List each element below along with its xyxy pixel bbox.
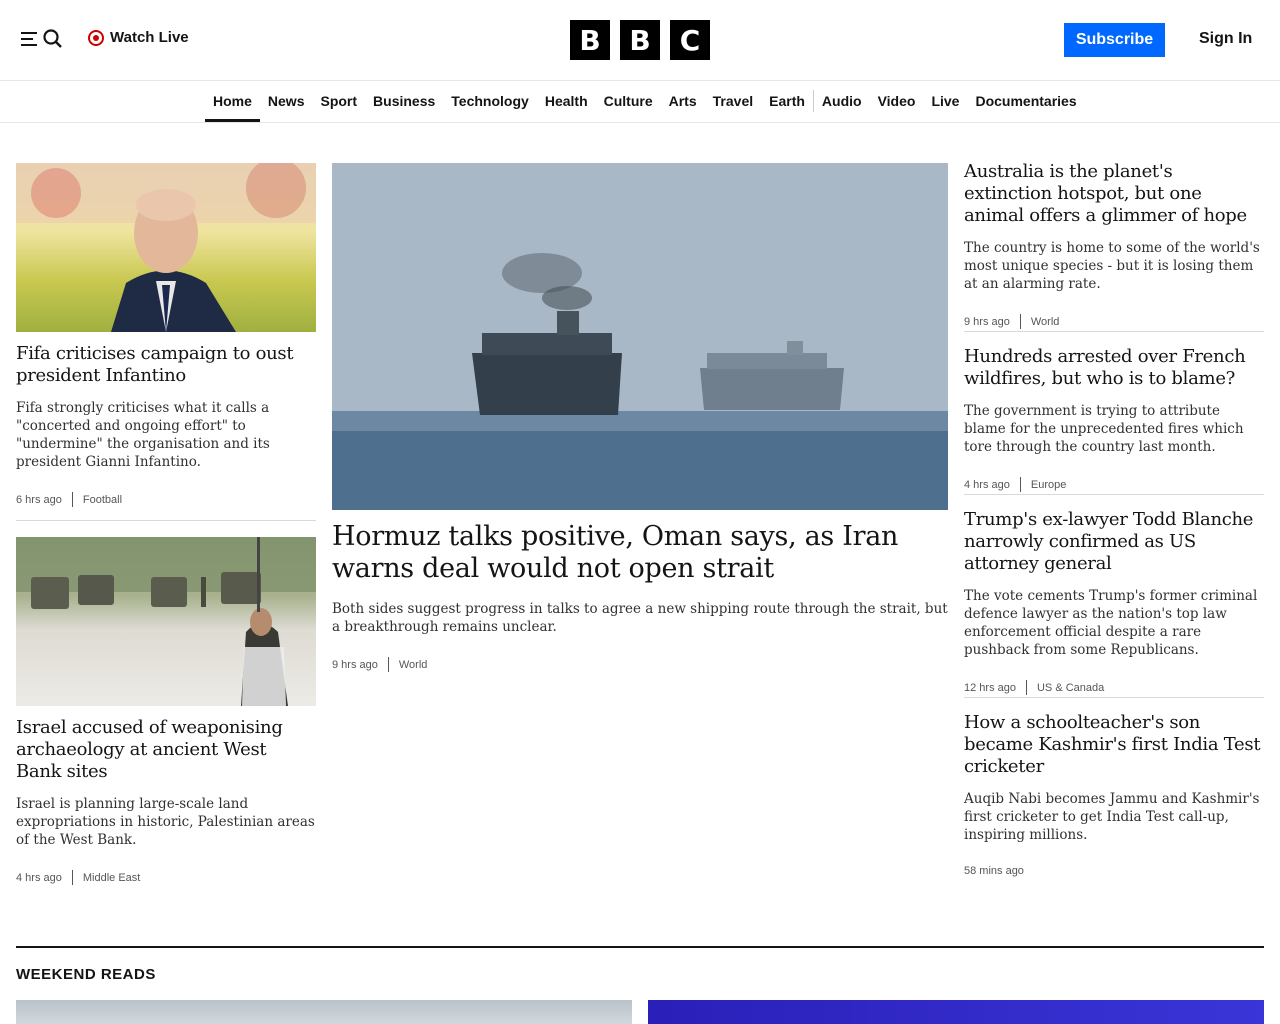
nav-item-culture[interactable]: Culture xyxy=(596,81,661,122)
search-icon xyxy=(43,29,62,48)
france-timestamp: 4 hrs ago xyxy=(964,478,1010,491)
france-summary: The government is trying to attribute bl… xyxy=(964,403,1244,455)
site-header: Watch Live B B C Subscribe Sign In xyxy=(0,0,1280,81)
logo-letter-b1: B xyxy=(570,20,610,60)
right-column-divider xyxy=(964,494,1264,495)
hormuz-meta: 9 hrs ago World xyxy=(332,657,948,672)
blanche-story-card[interactable]: Trump's ex-lawyer Todd Blanche narrowly … xyxy=(964,509,1264,695)
blanche-headline[interactable]: Trump's ex-lawyer Todd Blanche narrowly … xyxy=(964,509,1264,575)
fifa-timestamp: 6 hrs ago xyxy=(16,493,62,506)
hormuz-photo-illustration xyxy=(332,163,948,510)
israel-story-image[interactable] xyxy=(16,537,316,706)
blanche-summary: The vote cements Trump's former criminal… xyxy=(964,588,1258,658)
weekend-reads-title: WEEKEND READS xyxy=(16,966,156,983)
france-meta: 4 hrs ago Europe xyxy=(964,477,1264,492)
hormuz-headline[interactable]: Hormuz talks positive, Oman says, as Ira… xyxy=(332,521,948,585)
france-headline[interactable]: Hundreds arrested over French wildfires,… xyxy=(964,346,1264,390)
right-column-divider xyxy=(964,697,1264,698)
nav-item-live[interactable]: Live xyxy=(923,81,967,122)
right-column-divider xyxy=(964,331,1264,332)
menu-search-button[interactable] xyxy=(20,28,64,50)
israel-photo-illustration xyxy=(16,537,316,706)
main-nav: Home News Sport Business Technology Heal… xyxy=(0,81,1280,123)
meta-divider xyxy=(1025,680,1027,695)
blanche-section[interactable]: US & Canada xyxy=(1037,682,1104,694)
nav-item-arts[interactable]: Arts xyxy=(661,81,705,122)
section-rule xyxy=(16,946,1264,948)
meta-divider xyxy=(71,870,73,885)
nav-item-travel[interactable]: Travel xyxy=(705,81,761,122)
fifa-summary: Fifa strongly criticises what it calls a… xyxy=(16,400,270,470)
kashmir-timestamp: 58 mins ago xyxy=(964,865,1024,877)
france-story-card[interactable]: Hundreds arrested over French wildfires,… xyxy=(964,346,1264,492)
logo-letter-b2: B xyxy=(620,20,660,60)
watch-live-label: Watch Live xyxy=(110,29,189,46)
nav-item-video[interactable]: Video xyxy=(870,81,924,122)
meta-divider xyxy=(71,492,73,507)
nav-item-health[interactable]: Health xyxy=(537,81,596,122)
main-content: Fifa criticises campaign to oust preside… xyxy=(0,123,1280,1024)
hormuz-section[interactable]: World xyxy=(399,659,428,671)
israel-meta: 4 hrs ago Middle East xyxy=(16,870,316,885)
australia-section[interactable]: World xyxy=(1031,316,1060,328)
israel-summary: Israel is planning large-scale land expr… xyxy=(16,796,315,848)
israel-headline[interactable]: Israel accused of weaponising archaeolog… xyxy=(16,717,316,783)
fifa-section[interactable]: Football xyxy=(83,494,122,506)
nav-item-documentaries[interactable]: Documentaries xyxy=(967,81,1084,122)
weekend-story-image-1[interactable] xyxy=(16,1000,632,1024)
france-section[interactable]: Europe xyxy=(1031,479,1066,491)
nav-item-sport[interactable]: Sport xyxy=(312,81,365,122)
fifa-story-card[interactable]: Fifa criticises campaign to oust preside… xyxy=(16,343,316,507)
nav-item-news[interactable]: News xyxy=(260,81,313,122)
australia-meta: 9 hrs ago World xyxy=(964,314,1264,329)
nav-list: Home News Sport Business Technology Heal… xyxy=(205,81,1085,122)
fifa-photo-illustration xyxy=(16,163,316,332)
subscribe-button[interactable]: Subscribe xyxy=(1064,23,1165,57)
nav-item-audio[interactable]: Audio xyxy=(814,81,870,122)
hormuz-summary: Both sides suggest progress in talks to … xyxy=(332,601,948,635)
fifa-meta: 6 hrs ago Football xyxy=(16,492,316,507)
australia-headline[interactable]: Australia is the planet's extinction hot… xyxy=(964,161,1264,227)
logo-letter-c: C xyxy=(670,20,710,60)
hormuz-timestamp: 9 hrs ago xyxy=(332,658,378,671)
bbc-logo[interactable]: B B C xyxy=(570,20,710,60)
fifa-story-image[interactable] xyxy=(16,163,316,332)
israel-story-card[interactable]: Israel accused of weaponising archaeolog… xyxy=(16,717,316,885)
meta-divider xyxy=(387,657,389,672)
nav-item-business[interactable]: Business xyxy=(365,81,443,122)
kashmir-story-card[interactable]: How a schoolteacher's son became Kashmir… xyxy=(964,712,1264,877)
nav-item-technology[interactable]: Technology xyxy=(443,81,537,122)
nav-item-earth[interactable]: Earth xyxy=(761,81,813,122)
kashmir-meta: 58 mins ago xyxy=(964,865,1264,877)
left-column-divider xyxy=(16,520,316,521)
hormuz-story-card[interactable]: Hormuz talks positive, Oman says, as Ira… xyxy=(332,521,948,672)
watch-live-link[interactable]: Watch Live xyxy=(88,29,189,46)
meta-divider xyxy=(1019,314,1021,329)
kashmir-headline[interactable]: How a schoolteacher's son became Kashmir… xyxy=(964,712,1264,778)
weekend-story-image-2[interactable] xyxy=(648,1000,1264,1024)
hormuz-story-image[interactable] xyxy=(332,163,948,510)
meta-divider xyxy=(1019,477,1021,492)
australia-story-card[interactable]: Australia is the planet's extinction hot… xyxy=(964,161,1264,329)
blanche-meta: 12 hrs ago US & Canada xyxy=(964,680,1264,695)
sign-in-link[interactable]: Sign In xyxy=(1199,30,1252,48)
nav-item-home[interactable]: Home xyxy=(205,81,260,122)
israel-section[interactable]: Middle East xyxy=(83,872,140,884)
blanche-timestamp: 12 hrs ago xyxy=(964,681,1016,694)
australia-timestamp: 9 hrs ago xyxy=(964,315,1010,328)
live-indicator-icon xyxy=(88,29,104,46)
australia-summary: The country is home to some of the world… xyxy=(964,240,1260,292)
menu-icon xyxy=(21,32,37,46)
fifa-headline[interactable]: Fifa criticises campaign to oust preside… xyxy=(16,343,316,387)
israel-timestamp: 4 hrs ago xyxy=(16,871,62,884)
kashmir-summary: Auqib Nabi becomes Jammu and Kashmir's f… xyxy=(964,791,1260,843)
